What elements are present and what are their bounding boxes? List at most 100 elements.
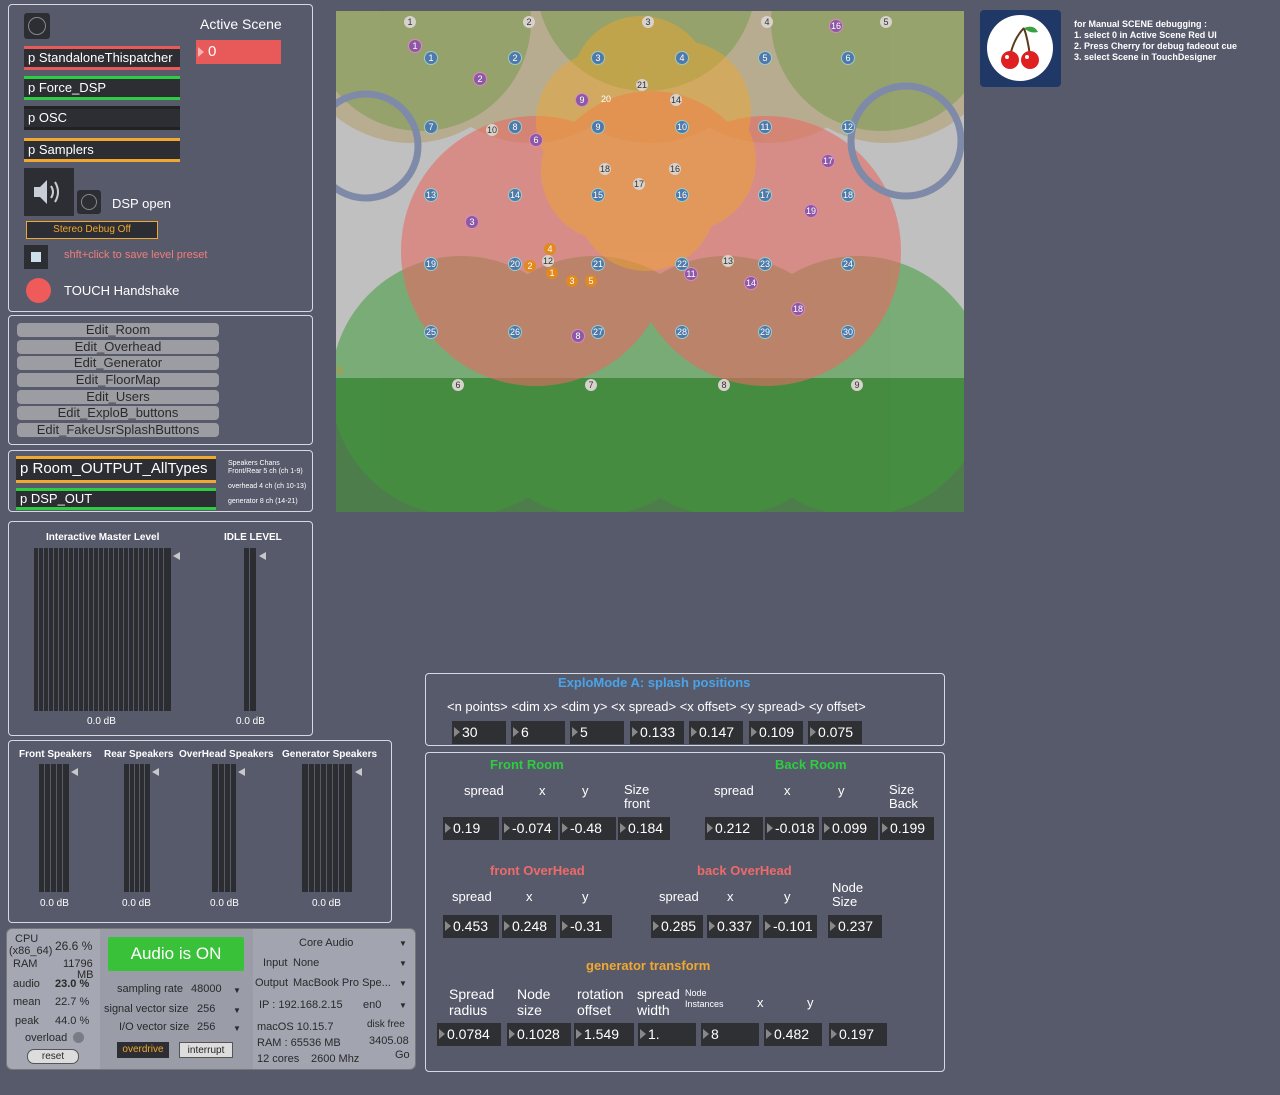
sampling-rate-value[interactable]: 48000 xyxy=(191,983,222,995)
node[interactable]: 3 xyxy=(591,51,605,65)
back-oh-x-field[interactable]: 0.337 xyxy=(707,915,759,938)
back-oh-spread-field[interactable]: 0.285 xyxy=(651,915,703,938)
rear-slider-handle-icon[interactable] xyxy=(152,768,159,776)
node[interactable]: 24 xyxy=(841,257,855,271)
node[interactable]: 27 xyxy=(591,325,605,339)
node[interactable]: 16 xyxy=(829,19,843,33)
node[interactable]: 20 xyxy=(600,93,612,105)
gen-y-field[interactable]: 0.197 xyxy=(829,1023,887,1046)
node[interactable]: 12 xyxy=(841,120,855,134)
dsp-out-patcher[interactable]: p DSP_OUT xyxy=(16,488,216,510)
driver-select[interactable]: Core Audio xyxy=(299,937,353,949)
rear-speakers-meter[interactable] xyxy=(124,764,150,892)
iface-value[interactable]: en0 xyxy=(363,999,381,1011)
audio-on-button[interactable]: Audio is ON xyxy=(108,937,244,971)
input-value[interactable]: None xyxy=(293,957,319,969)
node[interactable]: 10 xyxy=(486,124,498,136)
gen-node-size-field[interactable]: 0.1028 xyxy=(507,1023,571,1046)
generator-slider-handle-icon[interactable] xyxy=(355,768,362,776)
front-oh-spread-field[interactable]: 0.453 xyxy=(443,915,499,938)
node[interactable]: 11 xyxy=(684,267,698,281)
back-x-field[interactable]: -0.018 xyxy=(765,817,819,840)
node[interactable]: 19 xyxy=(424,257,438,271)
node[interactable]: 30 xyxy=(841,325,855,339)
chevron-down-icon[interactable]: ▼ xyxy=(233,986,241,995)
node[interactable]: 17 xyxy=(633,178,645,190)
node[interactable]: 26 xyxy=(508,325,522,339)
node[interactable]: 7 xyxy=(585,379,597,391)
node[interactable]: 5 xyxy=(585,275,597,287)
node[interactable]: 9 xyxy=(851,379,863,391)
node[interactable]: 20 xyxy=(508,257,522,271)
node[interactable]: 6 xyxy=(529,133,543,147)
dim-x-field[interactable]: 6 xyxy=(511,721,565,744)
front-oh-y-field[interactable]: -0.31 xyxy=(560,915,612,938)
room-output-patcher[interactable]: p Room_OUTPUT_AllTypes xyxy=(16,456,216,483)
node[interactable]: 14 xyxy=(670,94,682,106)
node[interactable]: 2 xyxy=(508,51,522,65)
dsp-toggle[interactable] xyxy=(77,190,101,214)
node[interactable]: 17 xyxy=(758,188,772,202)
n-points-field[interactable]: 30 xyxy=(452,721,506,744)
front-y-field[interactable]: -0.48 xyxy=(560,817,616,840)
floor-map[interactable]: 0 1 2 3 4 5 16 1 1 2 3 4 5 6 2 21 9 20 1… xyxy=(336,11,964,512)
node[interactable]: 11 xyxy=(758,120,772,134)
edit-users-button[interactable]: Edit_Users xyxy=(17,390,219,404)
node[interactable]: 29 xyxy=(758,325,772,339)
node[interactable]: 7 xyxy=(424,120,438,134)
generator-speakers-meter[interactable] xyxy=(302,764,352,892)
gen-x-field[interactable]: 0.482 xyxy=(764,1023,822,1046)
overhead-slider-handle-icon[interactable] xyxy=(238,768,245,776)
edit-explob-button[interactable]: Edit_ExploB_buttons xyxy=(17,406,219,420)
node[interactable]: 10 xyxy=(675,120,689,134)
front-oh-x-field[interactable]: 0.248 xyxy=(502,915,556,938)
node[interactable]: 19 xyxy=(804,204,818,218)
node[interactable]: 23 xyxy=(758,257,772,271)
back-oh-node-size-field[interactable]: 0.237 xyxy=(828,915,882,938)
edit-generator-button[interactable]: Edit_Generator xyxy=(17,356,219,370)
node[interactable]: 6 xyxy=(452,379,464,391)
preset-checkbox[interactable] xyxy=(24,245,48,269)
idle-slider-handle-icon[interactable] xyxy=(259,552,266,560)
node[interactable]: 18 xyxy=(599,163,611,175)
front-x-field[interactable]: -0.074 xyxy=(502,817,558,840)
node[interactable]: 1 xyxy=(424,51,438,65)
node[interactable]: 3 xyxy=(566,275,578,287)
node[interactable]: 4 xyxy=(675,51,689,65)
edit-overhead-button[interactable]: Edit_Overhead xyxy=(17,340,219,354)
signal-vector-value[interactable]: 256 xyxy=(197,1003,215,1015)
node[interactable]: 6 xyxy=(841,51,855,65)
chevron-down-icon[interactable]: ▼ xyxy=(399,1001,407,1010)
node[interactable]: 25 xyxy=(424,325,438,339)
patcher-standalone[interactable]: p StandaloneThispatcher xyxy=(24,46,180,70)
front-slider-handle-icon[interactable] xyxy=(71,768,78,776)
node[interactable]: 4 xyxy=(544,243,556,255)
node[interactable]: 12 xyxy=(542,255,554,267)
patcher-force-dsp[interactable]: p Force_DSP xyxy=(24,76,180,100)
cherry-debug-button[interactable] xyxy=(980,10,1061,87)
node[interactable]: 16 xyxy=(675,188,689,202)
node[interactable]: 28 xyxy=(675,325,689,339)
node[interactable]: 17 xyxy=(821,154,835,168)
node[interactable]: 3 xyxy=(642,16,654,28)
front-speakers-meter[interactable] xyxy=(39,764,69,892)
node[interactable]: 4 xyxy=(761,16,773,28)
back-size-field[interactable]: 0.199 xyxy=(880,817,934,840)
node[interactable]: 21 xyxy=(591,257,605,271)
front-spread-field[interactable]: 0.19 xyxy=(443,817,499,840)
overhead-speakers-meter[interactable] xyxy=(212,764,236,892)
gen-node-instances-field[interactable]: 8 xyxy=(701,1023,759,1046)
chevron-down-icon[interactable]: ▼ xyxy=(233,1006,241,1015)
speaker-dsp-button[interactable] xyxy=(24,168,74,216)
master-slider-handle-icon[interactable] xyxy=(173,552,180,560)
overdrive-button[interactable]: overdrive xyxy=(117,1042,169,1058)
node[interactable]: 9 xyxy=(575,93,589,107)
gen-spread-width-field[interactable]: 1. xyxy=(638,1023,696,1046)
node[interactable]: 1 xyxy=(408,39,422,53)
node[interactable]: 1 xyxy=(404,16,416,28)
patcher-osc[interactable]: p OSC xyxy=(24,106,180,130)
interactive-master-meter[interactable] xyxy=(34,548,171,711)
edit-floormap-button[interactable]: Edit_FloorMap xyxy=(17,373,219,387)
output-value[interactable]: MacBook Pro Spe... xyxy=(293,977,391,989)
chevron-down-icon[interactable]: ▼ xyxy=(399,959,407,968)
